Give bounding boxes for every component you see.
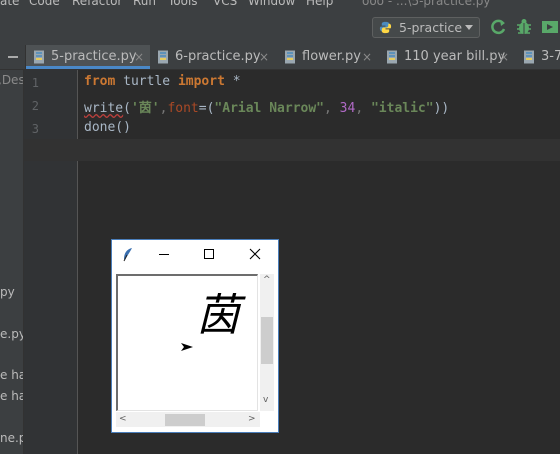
scrollbar-thumb[interactable] <box>261 317 273 364</box>
module-name: turtle <box>115 74 178 89</box>
close-icon[interactable]: × <box>362 45 372 69</box>
chevron-down-icon <box>465 25 473 30</box>
close-icon[interactable]: × <box>134 45 144 69</box>
menu-item-tools[interactable]: Tools <box>168 0 198 8</box>
scroll-left-arrow[interactable]: < <box>119 414 127 424</box>
punctuation: , <box>324 101 332 116</box>
string-literal: "italic" <box>370 101 434 116</box>
run-config-selector[interactable]: 5-practice <box>372 17 480 38</box>
run-with-coverage-icon[interactable] <box>540 17 560 37</box>
python-file-icon <box>158 50 168 64</box>
line-number: 3 <box>31 122 39 136</box>
window-title: ooo - ...\5-practice.py <box>362 0 491 8</box>
project-item[interactable]: e ha <box>0 368 24 382</box>
tab-label: 3-7 <box>541 49 560 64</box>
line-number: 2 <box>31 99 39 113</box>
tab-label: 5-practice.py <box>51 49 137 64</box>
keyword: import <box>177 74 225 89</box>
menu-item-run[interactable]: Run <box>133 0 156 8</box>
menu-item-vcs[interactable]: VCS <box>213 0 237 8</box>
tab-110-year-bill[interactable]: 110 year bill.py × <box>379 45 515 69</box>
code-line-2: write('茵',font=("Arial Narrow", 34, "ita… <box>84 97 449 116</box>
tool-window-header <box>0 45 26 69</box>
project-panel: ,Des py e.py e ha e ha ne.py <box>0 70 24 454</box>
scroll-down-arrow[interactable]: v <box>263 395 268 405</box>
drawn-text: 茵 <box>196 290 240 341</box>
close-button[interactable] <box>233 240 277 269</box>
scroll-right-arrow[interactable]: > <box>248 414 256 424</box>
debug-icon[interactable] <box>514 17 534 37</box>
vertical-scrollbar[interactable]: ^ v <box>260 274 274 411</box>
horizontal-scrollbar[interactable]: < > <box>116 412 260 427</box>
maximize-button[interactable] <box>187 240 231 269</box>
python-icon <box>379 21 392 34</box>
menu-item-window[interactable]: Window <box>248 0 295 8</box>
minimize-icon[interactable] <box>8 56 18 58</box>
minimize-icon <box>159 254 169 255</box>
punctuation: =( <box>198 101 215 116</box>
project-item[interactable]: e.py <box>0 327 24 341</box>
menu-item-edit[interactable]: ate <box>0 0 19 8</box>
tab-flower[interactable]: flower.py × <box>277 45 379 69</box>
project-item[interactable]: e ha <box>0 389 24 403</box>
tab-3-7[interactable]: 3-7 <box>516 45 560 69</box>
python-file-icon <box>524 50 534 64</box>
minimize-button[interactable] <box>142 240 186 269</box>
window-title-bar[interactable] <box>112 240 278 269</box>
python-file-icon <box>285 50 295 64</box>
tab-label: 6-practice.py <box>175 49 261 64</box>
close-icon <box>249 248 261 260</box>
menu-item-help[interactable]: Help <box>306 0 333 8</box>
menu-item-code[interactable]: Code <box>29 0 60 8</box>
maximize-icon <box>204 249 214 259</box>
punctuation: )) <box>433 101 450 116</box>
scroll-up-arrow[interactable]: ^ <box>263 275 271 285</box>
project-item[interactable]: py <box>0 285 15 299</box>
project-item[interactable]: ,Des <box>0 73 24 87</box>
code-line-1: from turtle import * <box>84 74 241 89</box>
menu-bar: ate Code Refactor Run Tools VCS Window H… <box>0 0 560 9</box>
tab-6-practice[interactable]: 6-practice.py × <box>150 45 276 69</box>
function-name: write <box>84 101 124 116</box>
keyword: from <box>84 74 116 89</box>
editor-tab-bar: 5-practice.py × 6-practice.py × flower.p… <box>0 45 560 70</box>
turtle-graphics-window[interactable]: 茵 ^ v < > <box>111 239 279 433</box>
scrollbar-thumb[interactable] <box>165 414 205 426</box>
run-config-label: 5-practice <box>399 20 463 35</box>
python-file-icon <box>34 50 44 64</box>
turtle-canvas[interactable]: 茵 <box>116 274 258 411</box>
number-literal: 34 <box>339 101 356 116</box>
python-file-icon <box>387 50 397 64</box>
close-icon[interactable]: × <box>499 45 509 69</box>
code-line-3: done() <box>84 120 131 135</box>
tab-label: 110 year bill.py <box>404 49 506 64</box>
tab-5-practice[interactable]: 5-practice.py × <box>26 45 150 69</box>
rerun-icon[interactable] <box>489 17 509 37</box>
toolbar: 5-practice <box>0 9 560 46</box>
feather-icon <box>123 248 132 262</box>
parameter-name: font <box>167 101 199 116</box>
operator: * <box>224 74 241 89</box>
project-item[interactable]: ne.py <box>0 431 24 445</box>
current-line-highlight <box>24 139 560 161</box>
close-icon[interactable]: × <box>259 45 269 69</box>
string-literal: "Arial Narrow" <box>214 101 324 116</box>
line-number: 1 <box>31 76 39 90</box>
punctuation: ( <box>123 101 131 116</box>
tab-label: flower.py <box>302 49 362 64</box>
turtle-arrow-icon <box>181 343 193 351</box>
string-literal: '茵' <box>130 101 160 116</box>
menu-item-refactor[interactable]: Refactor <box>72 0 122 8</box>
line-number-gutter: 1 2 3 4 <box>24 70 78 454</box>
punctuation: , <box>355 101 364 116</box>
